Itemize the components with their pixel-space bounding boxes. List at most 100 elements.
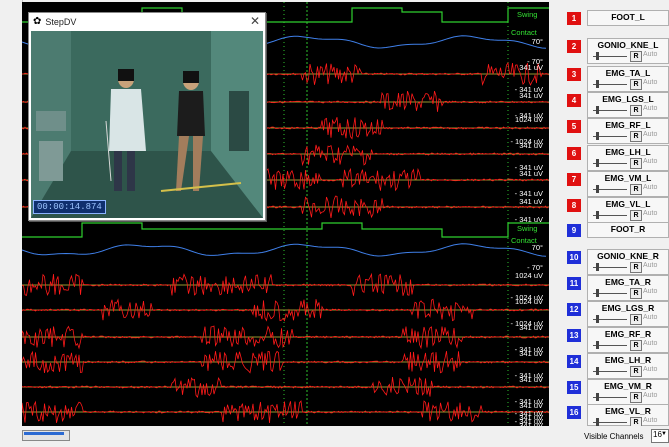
channel-control-10[interactable]: GONIO_KNE_R R Auto <box>587 249 669 275</box>
auto-toggle[interactable]: Auto <box>643 340 657 347</box>
gain-slider-knob[interactable] <box>596 106 599 114</box>
channel-number-3[interactable]: 3 <box>567 68 581 81</box>
gain-control: R Auto <box>590 158 668 169</box>
gain-control: R Auto <box>590 340 668 351</box>
video-scene <box>31 31 263 218</box>
close-icon[interactable]: ✕ <box>250 14 260 28</box>
channel-control-14[interactable]: EMG_LH_R R Auto <box>587 353 669 379</box>
reset-button[interactable]: R <box>630 392 642 403</box>
auto-toggle[interactable]: Auto <box>643 210 657 217</box>
amplitude-label: 70° <box>531 37 543 46</box>
amplitude-label: 341 uV <box>519 375 543 384</box>
channel-name: EMG_VM_R <box>604 381 652 391</box>
auto-toggle[interactable]: Auto <box>643 158 657 165</box>
channel-number-2[interactable]: 2 <box>567 40 581 53</box>
gain-control: R Auto <box>590 79 668 90</box>
reset-button[interactable]: R <box>630 262 642 273</box>
channel-control-11[interactable]: EMG_TA_R R Auto <box>587 275 669 301</box>
gain-slider-knob[interactable] <box>596 211 599 219</box>
amplitude-label: 341 uV <box>519 323 543 332</box>
channel-control-12[interactable]: EMG_LGS_R R Auto <box>587 301 669 327</box>
channel-control-8[interactable]: EMG_VL_L R Auto <box>587 197 669 223</box>
auto-toggle[interactable]: Auto <box>643 51 657 58</box>
reset-button[interactable]: R <box>630 340 642 351</box>
channel-number-12[interactable]: 12 <box>567 303 581 316</box>
gain-slider-knob[interactable] <box>596 263 599 271</box>
channel-number-11[interactable]: 11 <box>567 277 581 290</box>
channel-number-16[interactable]: 16 <box>567 406 581 419</box>
gain-control: R Auto <box>590 392 668 403</box>
auto-toggle[interactable]: Auto <box>643 184 657 191</box>
gain-slider-knob[interactable] <box>596 418 599 426</box>
channel-number-9[interactable]: 9 <box>567 224 581 237</box>
gain-slider-knob[interactable] <box>596 159 599 167</box>
channel-control-3[interactable]: EMG_TA_L R Auto <box>587 66 669 92</box>
gain-slider-knob[interactable] <box>596 185 599 193</box>
reset-button[interactable]: R <box>630 51 642 62</box>
channel-number-6[interactable]: 6 <box>567 147 581 160</box>
channel-number-15[interactable]: 15 <box>567 381 581 394</box>
auto-toggle[interactable]: Auto <box>643 131 657 138</box>
gain-control: R Auto <box>590 105 668 116</box>
horizontal-scrollbar[interactable] <box>22 430 70 441</box>
auto-toggle[interactable]: Auto <box>643 262 657 269</box>
channel-number-8[interactable]: 8 <box>567 199 581 212</box>
auto-toggle[interactable]: Auto <box>643 392 657 399</box>
amplitude-label: 1024 uV <box>515 115 543 124</box>
channel-control-1[interactable]: FOOT_L <box>587 10 669 26</box>
channel-control-5[interactable]: EMG_RF_L R Auto <box>587 118 669 144</box>
reset-button[interactable]: R <box>630 366 642 377</box>
gain-slider-knob[interactable] <box>596 341 599 349</box>
channel-name: EMG_RF_R <box>604 329 652 339</box>
gain-control: R Auto <box>590 366 668 377</box>
channel-number-14[interactable]: 14 <box>567 355 581 368</box>
reset-button[interactable]: R <box>630 210 642 221</box>
auto-toggle[interactable]: Auto <box>643 314 657 321</box>
scrollbar-thumb[interactable] <box>24 432 64 435</box>
channel-name: EMG_TA_L <box>605 68 651 78</box>
visible-channels-select[interactable]: 16 ▼ <box>651 429 669 443</box>
gain-slider-knob[interactable] <box>596 80 599 88</box>
gain-slider-knob[interactable] <box>596 132 599 140</box>
channel-name: EMG_VM_L <box>604 173 652 183</box>
channel-name: EMG_RF_L <box>605 120 651 130</box>
video-window[interactable]: ✿ StepDV ✕ 00:00:14.874 <box>28 12 266 221</box>
gain-slider-knob[interactable] <box>596 367 599 375</box>
gain-slider-knob[interactable] <box>596 289 599 297</box>
gain-slider-knob[interactable] <box>596 52 599 60</box>
auto-toggle[interactable]: Auto <box>643 417 657 424</box>
channel-control-9[interactable]: FOOT_R <box>587 222 669 238</box>
channel-number-1[interactable]: 1 <box>567 12 581 25</box>
channel-name: GONIO_KNE_L <box>597 40 659 50</box>
video-titlebar[interactable]: ✿ StepDV ✕ <box>29 13 265 30</box>
reset-button[interactable]: R <box>630 131 642 142</box>
auto-toggle[interactable]: Auto <box>643 288 657 295</box>
gain-slider-knob[interactable] <box>596 393 599 401</box>
reset-button[interactable]: R <box>630 314 642 325</box>
auto-toggle[interactable]: Auto <box>643 79 657 86</box>
reset-button[interactable]: R <box>630 79 642 90</box>
reset-button[interactable]: R <box>630 158 642 169</box>
channel-control-13[interactable]: EMG_RF_R R Auto <box>587 327 669 353</box>
channel-control-2[interactable]: GONIO_KNE_L R Auto <box>587 38 669 64</box>
channel-number-5[interactable]: 5 <box>567 120 581 133</box>
channel-control-16[interactable]: EMG_VL_R R Auto <box>587 404 669 428</box>
channel-number-4[interactable]: 4 <box>567 94 581 107</box>
reset-button[interactable]: R <box>630 184 642 195</box>
channel-number-7[interactable]: 7 <box>567 173 581 186</box>
channel-number-10[interactable]: 10 <box>567 251 581 264</box>
auto-toggle[interactable]: Auto <box>643 366 657 373</box>
contact-label-left: Contact <box>511 28 537 37</box>
reset-button[interactable]: R <box>630 288 642 299</box>
auto-toggle[interactable]: Auto <box>643 105 657 112</box>
channel-control-4[interactable]: EMG_LGS_L R Auto <box>587 92 669 118</box>
channel-control-7[interactable]: EMG_VM_L R Auto <box>587 171 669 197</box>
channel-control-15[interactable]: EMG_VM_R R Auto <box>587 379 669 405</box>
channel-control-6[interactable]: EMG_LH_L R Auto <box>587 145 669 171</box>
amplitude-label: 1024 uV <box>515 271 543 280</box>
channel-number-13[interactable]: 13 <box>567 329 581 342</box>
chevron-down-icon: ▼ <box>661 431 667 437</box>
gain-slider-knob[interactable] <box>596 315 599 323</box>
swing-label-right: Swing <box>517 224 538 233</box>
reset-button[interactable]: R <box>630 105 642 116</box>
